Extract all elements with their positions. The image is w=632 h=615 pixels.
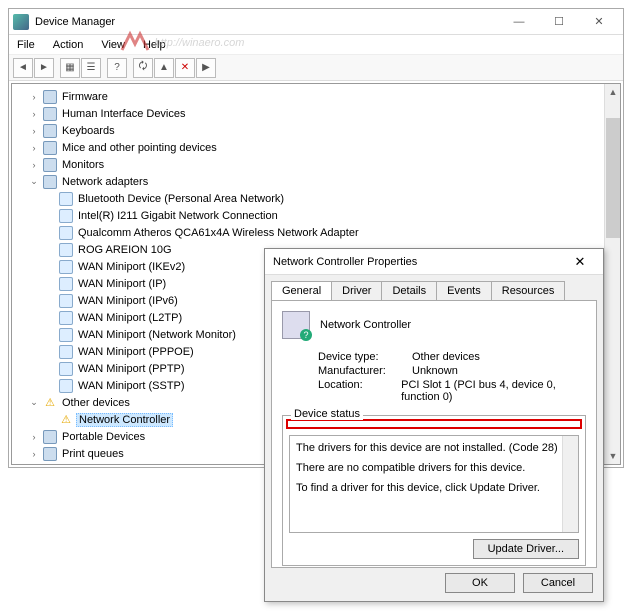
tab-driver[interactable]: Driver — [331, 281, 382, 300]
menu-file[interactable]: File — [13, 38, 39, 52]
dialog-tabs: General Driver Details Events Resources — [265, 275, 603, 300]
category-network-adapters[interactable]: ⌄Network adapters — [14, 173, 618, 190]
label-device-type: Device type: — [318, 351, 412, 363]
device-item[interactable]: Bluetooth Device (Personal Area Network) — [14, 190, 618, 207]
value-manufacturer: Unknown — [412, 365, 458, 377]
ok-button[interactable]: OK — [445, 573, 515, 593]
device-icon — [282, 311, 310, 339]
properties-button[interactable]: ☰ — [81, 58, 101, 78]
scroll-thumb[interactable] — [606, 118, 620, 238]
tab-general[interactable]: General — [271, 281, 332, 300]
app-icon — [13, 14, 29, 30]
menu-help[interactable]: Help — [139, 38, 170, 52]
forward-button[interactable]: ► — [34, 58, 54, 78]
update-driver-button[interactable]: Update Driver... — [473, 539, 579, 559]
highlight-box: Device status — [286, 419, 582, 429]
maximize-button[interactable]: ☐ — [539, 11, 579, 33]
back-button[interactable]: ◄ — [13, 58, 33, 78]
dialog-close-button[interactable]: ✕ — [565, 254, 595, 270]
scan-button[interactable]: 🗘 — [133, 58, 153, 78]
toolbar: ◄ ► ▦ ☰ ? 🗘 ▲ ✕ ▶ — [9, 55, 623, 81]
window-title: Device Manager — [35, 16, 499, 28]
menubar: File Action View Help — [9, 35, 623, 55]
tab-events[interactable]: Events — [436, 281, 492, 300]
tab-panel-general: Network Controller Device type:Other dev… — [271, 300, 597, 568]
tree-scrollbar[interactable]: ▲ ▼ — [604, 84, 620, 464]
enable-button[interactable]: ▶ — [196, 58, 216, 78]
dialog-title: Network Controller Properties — [273, 256, 565, 268]
label-manufacturer: Manufacturer: — [318, 365, 412, 377]
status-line: The drivers for this device are not inst… — [296, 442, 572, 454]
device-item[interactable]: Qualcomm Atheros QCA61x4A Wireless Netwo… — [14, 224, 618, 241]
device-status-legend: Device status — [291, 408, 363, 420]
status-scrollbar[interactable] — [562, 436, 578, 532]
device-status-group: Device status The drivers for this devic… — [282, 415, 586, 566]
device-item[interactable]: Intel(R) I211 Gigabit Network Connection — [14, 207, 618, 224]
status-line: To find a driver for this device, click … — [296, 482, 572, 494]
tab-resources[interactable]: Resources — [491, 281, 566, 300]
properties-dialog: Network Controller Properties ✕ General … — [264, 248, 604, 602]
device-name: Network Controller — [320, 319, 411, 331]
dialog-titlebar[interactable]: Network Controller Properties ✕ — [265, 249, 603, 275]
minimize-button[interactable]: — — [499, 11, 539, 33]
titlebar[interactable]: Device Manager — ☐ ✕ — [9, 9, 623, 35]
scroll-down-icon[interactable]: ▼ — [605, 448, 621, 464]
category-firmware[interactable]: ›Firmware — [14, 88, 618, 105]
value-location: PCI Slot 1 (PCI bus 4, device 0, functio… — [401, 379, 586, 403]
help-toolbar-button[interactable]: ? — [107, 58, 127, 78]
label-location: Location: — [318, 379, 401, 403]
category-hid[interactable]: ›Human Interface Devices — [14, 105, 618, 122]
device-status-textbox[interactable]: The drivers for this device are not inst… — [289, 435, 579, 533]
scroll-up-icon[interactable]: ▲ — [605, 84, 621, 100]
menu-view[interactable]: View — [97, 38, 129, 52]
category-keyboards[interactable]: ›Keyboards — [14, 122, 618, 139]
menu-action[interactable]: Action — [49, 38, 88, 52]
tab-details[interactable]: Details — [381, 281, 437, 300]
uninstall-button[interactable]: ✕ — [175, 58, 195, 78]
category-monitors[interactable]: ›Monitors — [14, 156, 618, 173]
cancel-button[interactable]: Cancel — [523, 573, 593, 593]
close-button[interactable]: ✕ — [579, 11, 619, 33]
value-device-type: Other devices — [412, 351, 480, 363]
category-mice[interactable]: ›Mice and other pointing devices — [14, 139, 618, 156]
update-driver-button[interactable]: ▲ — [154, 58, 174, 78]
show-hidden-button[interactable]: ▦ — [60, 58, 80, 78]
status-line: There are no compatible drivers for this… — [296, 462, 572, 474]
